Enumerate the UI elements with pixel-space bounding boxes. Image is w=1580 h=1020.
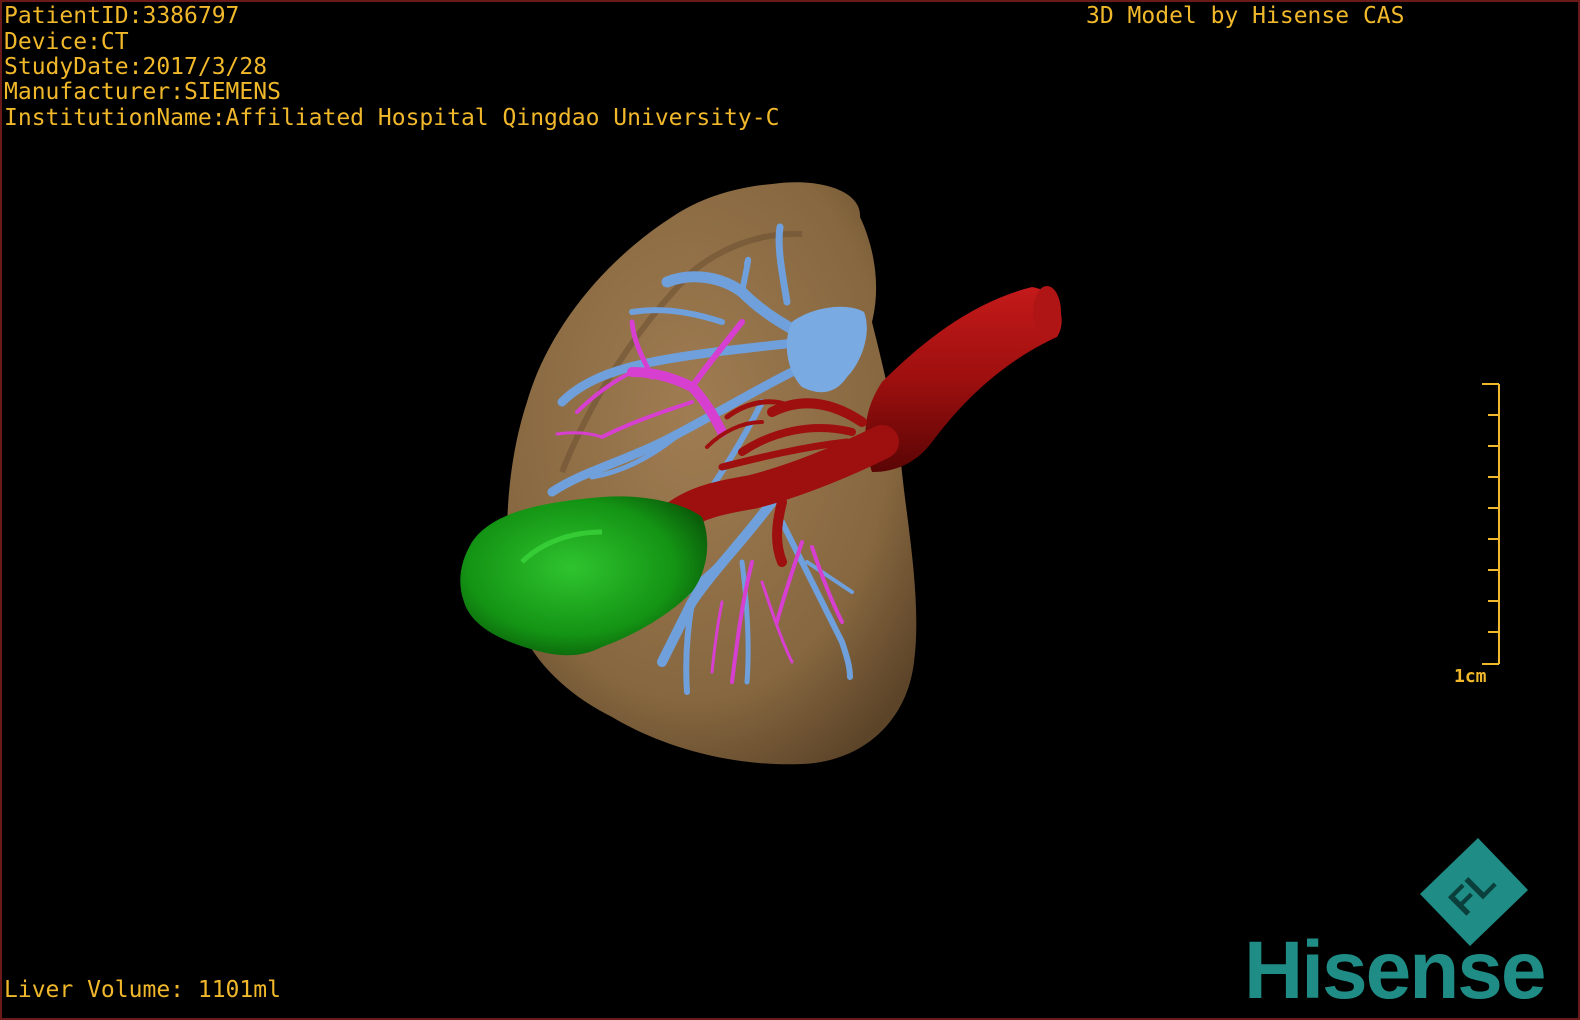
manufacturer: Manufacturer:SIEMENS	[4, 79, 281, 105]
3d-viewport[interactable]: PatientID:3386797 Device:CT StudyDate:20…	[0, 0, 1580, 1020]
model-credit: 3D Model by Hisense CAS	[1086, 3, 1405, 29]
patient-id: PatientID:3386797	[4, 3, 240, 29]
scale-label: 1cm	[1454, 666, 1487, 687]
brand-logo: Hisense	[1244, 925, 1547, 1016]
institution-name: InstitutionName:Affiliated Hospital Qing…	[4, 105, 780, 131]
liver-volume: Liver Volume: 1101ml	[4, 977, 281, 1003]
scale-bar	[1482, 383, 1500, 665]
liver-3d-model[interactable]	[2, 2, 1578, 1018]
device: Device:CT	[4, 29, 129, 55]
study-date: StudyDate:2017/3/28	[4, 54, 268, 80]
aorta-end	[1033, 286, 1061, 338]
